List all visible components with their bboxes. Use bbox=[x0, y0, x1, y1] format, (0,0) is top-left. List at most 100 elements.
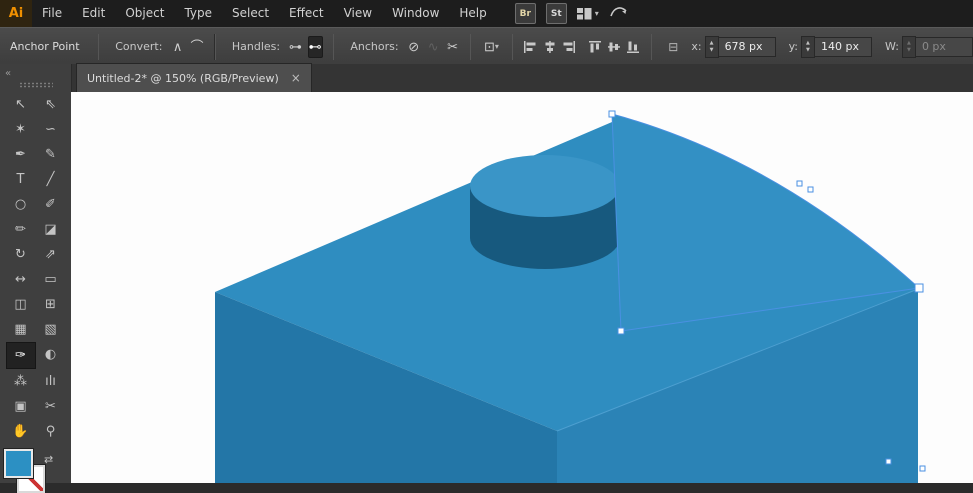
ellipse-tool[interactable]: ○ bbox=[6, 192, 36, 217]
pencil-tool[interactable]: ✏ bbox=[6, 217, 36, 242]
curvature-tool[interactable]: ✎ bbox=[36, 142, 66, 167]
stepper-up-icon: ▲ bbox=[709, 39, 714, 46]
anchor-point[interactable] bbox=[919, 465, 926, 472]
direct-selection-tool[interactable]: ⇖ bbox=[36, 92, 66, 117]
align-top-icon bbox=[588, 40, 601, 54]
width-tool[interactable]: ↔ bbox=[6, 267, 36, 292]
pen-tool[interactable]: ✒ bbox=[6, 142, 36, 167]
anchor-point[interactable] bbox=[608, 110, 616, 118]
cut-path-button[interactable]: ✂ bbox=[445, 36, 459, 58]
eyedropper-tool[interactable]: ✑ bbox=[5, 342, 36, 369]
convert-to-corner-button[interactable]: ∧ bbox=[170, 36, 184, 58]
menu-object[interactable]: Object bbox=[115, 0, 174, 27]
free-transform-tool[interactable]: ▭ bbox=[36, 267, 66, 292]
align-middle-button[interactable] bbox=[607, 36, 621, 58]
align-top-button[interactable] bbox=[587, 36, 601, 58]
align-left-button[interactable] bbox=[523, 36, 537, 58]
remove-anchor-button[interactable]: ⊘ bbox=[407, 36, 421, 58]
symbol-sprayer-tool[interactable]: ⁂ bbox=[6, 369, 36, 394]
perspective-grid-tool[interactable]: ⊞ bbox=[36, 292, 66, 317]
cylinder-top[interactable] bbox=[470, 155, 620, 217]
y-label: y: bbox=[788, 40, 798, 53]
column-graph-tool[interactable]: ılı bbox=[36, 369, 66, 394]
isolate-object-button[interactable]: ⊡ ▾ bbox=[481, 36, 501, 58]
scissors-icon: ✂ bbox=[447, 39, 459, 54]
x-label: x: bbox=[691, 40, 702, 53]
shape-builder-tool[interactable]: ◫ bbox=[6, 292, 36, 317]
stepper-down-icon: ▼ bbox=[806, 46, 810, 53]
convert-to-smooth-button[interactable]: ⌒ bbox=[190, 36, 204, 58]
menu-file[interactable]: File bbox=[32, 0, 72, 27]
control-bar: Anchor Point Convert: ∧ ⌒ Handles: ⊶ ⊷ A… bbox=[0, 27, 973, 66]
type-tool[interactable]: T bbox=[6, 167, 36, 192]
lasso-tool[interactable]: ∽ bbox=[36, 117, 66, 142]
gradient-tool[interactable]: ▧ bbox=[36, 317, 66, 342]
y-stepper[interactable]: ▲ ▼ bbox=[800, 35, 815, 58]
anchor-point[interactable] bbox=[807, 186, 814, 193]
artboard-tool-icon: ▣ bbox=[14, 399, 27, 414]
anchor-point[interactable] bbox=[885, 458, 892, 465]
blend-tool[interactable]: ◐ bbox=[36, 342, 66, 367]
menu-type[interactable]: Type bbox=[174, 0, 222, 27]
align-bottom-button[interactable] bbox=[626, 36, 640, 58]
hand-tool-icon: ✋ bbox=[12, 424, 29, 439]
menu-effect[interactable]: Effect bbox=[279, 0, 334, 27]
zoom-tool[interactable]: ⚲ bbox=[36, 419, 66, 444]
stock-button[interactable]: St bbox=[545, 3, 567, 24]
connect-endpoints-button[interactable]: ∿ bbox=[426, 36, 440, 58]
show-handles-button[interactable]: ⊶ bbox=[288, 36, 302, 58]
line-tool-icon: ╱ bbox=[46, 172, 55, 187]
close-icon[interactable]: × bbox=[291, 71, 301, 85]
stepper-up-icon: ▲ bbox=[806, 39, 810, 46]
remove-anchor-icon: ⊘ bbox=[408, 39, 420, 54]
w-input[interactable] bbox=[915, 36, 973, 57]
anchors-label: Anchors: bbox=[350, 40, 399, 53]
artboard-tool[interactable]: ▣ bbox=[6, 394, 36, 419]
swap-fill-stroke-icon[interactable]: ⇄ bbox=[44, 453, 53, 466]
x-input[interactable] bbox=[718, 36, 776, 57]
menu-window[interactable]: Window bbox=[382, 0, 449, 27]
scale-tool[interactable]: ⇗ bbox=[36, 242, 66, 267]
menu-select[interactable]: Select bbox=[222, 0, 279, 27]
bridge-button[interactable]: Br bbox=[514, 3, 536, 24]
tool-grid: ↖ ⇖ ✶ ∽ ✒ ✎ T ╱ ○ ✐ ✏ ◪ ↻ ⇗ ↔ ▭ ◫ ⊞ ▦ ▧ ✑ ◐ ⁂ ılı ▣ ✂ ✋ ⚲ bbox=[0, 92, 71, 444]
align-right-button[interactable] bbox=[562, 36, 576, 58]
workspace-switcher[interactable]: ▾ bbox=[576, 7, 599, 20]
x-stepper[interactable]: ▲ ▼ bbox=[704, 35, 719, 58]
anchor-point[interactable] bbox=[914, 283, 924, 293]
menu-help[interactable]: Help bbox=[449, 0, 496, 27]
gradient-tool-icon: ▧ bbox=[44, 322, 57, 337]
document-tab-title: Untitled-2* @ 150% (RGB/Preview) bbox=[87, 71, 279, 85]
document-tab[interactable]: Untitled-2* @ 150% (RGB/Preview) × bbox=[76, 63, 312, 92]
chevron-down-icon: ▾ bbox=[494, 41, 499, 51]
menu-view[interactable]: View bbox=[334, 0, 382, 27]
anchor-point[interactable] bbox=[796, 180, 803, 187]
panel-grip[interactable] bbox=[18, 82, 53, 88]
mesh-tool[interactable]: ▦ bbox=[6, 317, 36, 342]
hide-handles-icon: ⊷ bbox=[308, 39, 322, 54]
slice-tool[interactable]: ✂ bbox=[36, 394, 66, 419]
anchor-point[interactable] bbox=[617, 327, 625, 335]
hide-handles-button[interactable]: ⊷ bbox=[307, 35, 323, 58]
rotate-tool[interactable]: ↻ bbox=[6, 242, 36, 267]
paintbrush-tool[interactable]: ✐ bbox=[36, 192, 66, 217]
w-stepper[interactable]: ▲ ▼ bbox=[901, 35, 916, 58]
hand-tool[interactable]: ✋ bbox=[6, 419, 36, 444]
symbol-sprayer-tool-icon: ⁂ bbox=[14, 374, 27, 389]
selection-tool[interactable]: ↖ bbox=[6, 92, 36, 117]
curved-arrow-icon[interactable] bbox=[609, 4, 629, 23]
canvas[interactable] bbox=[71, 92, 973, 483]
line-tool[interactable]: ╱ bbox=[36, 167, 66, 192]
magic-wand-tool[interactable]: ✶ bbox=[6, 117, 36, 142]
document-tab-bar: Untitled-2* @ 150% (RGB/Preview) × bbox=[71, 63, 973, 93]
eraser-tool[interactable]: ◪ bbox=[36, 217, 66, 242]
align-center-button[interactable] bbox=[543, 36, 557, 58]
y-input[interactable] bbox=[814, 36, 872, 57]
fill-swatch[interactable] bbox=[3, 448, 34, 479]
align-middle-icon bbox=[608, 40, 621, 54]
menu-edit[interactable]: Edit bbox=[72, 0, 115, 27]
type-tool-icon: T bbox=[16, 172, 25, 187]
align-right-icon bbox=[562, 40, 576, 53]
divider bbox=[97, 33, 100, 60]
collapse-panel-icon[interactable]: « bbox=[5, 68, 11, 79]
